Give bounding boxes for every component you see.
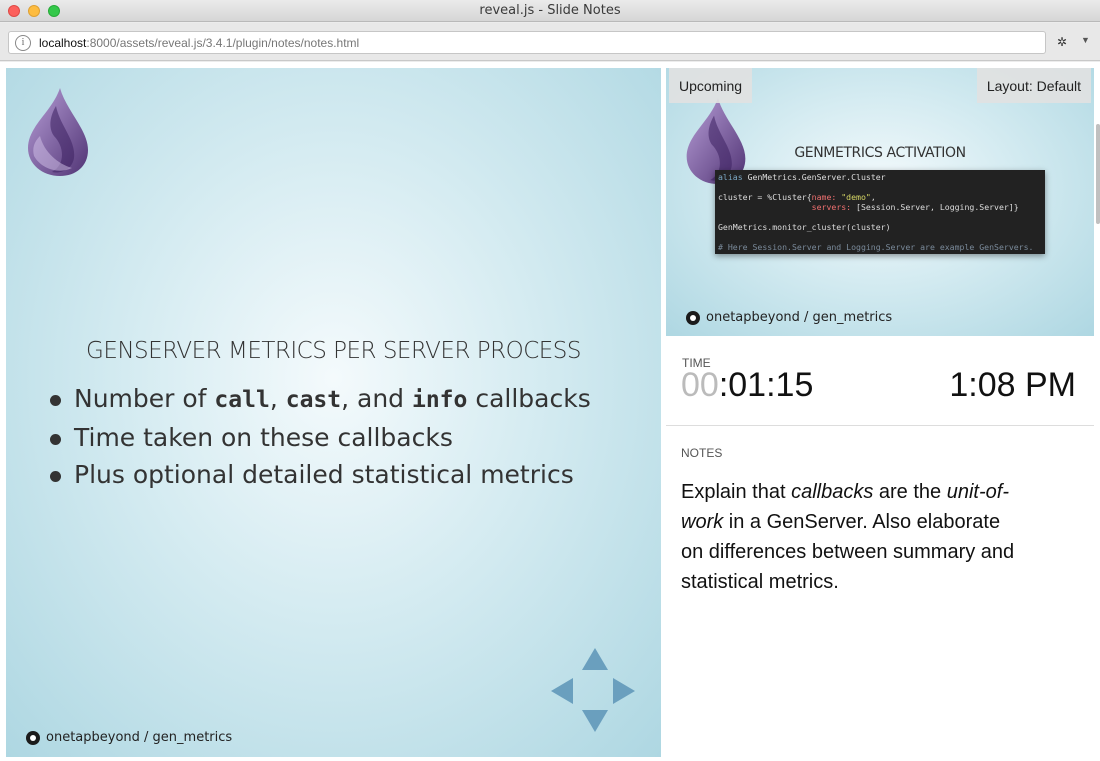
elixir-drop-logo: [28, 88, 88, 176]
nav-left-arrow-icon[interactable]: [551, 678, 573, 704]
upcoming-slide-title: GENMETRICS ACTIVATION: [794, 145, 966, 161]
layout-button[interactable]: Layout: Default: [976, 68, 1091, 103]
url-text[interactable]: localhost:8000/assets/reveal.js/3.4.1/pl…: [39, 36, 359, 50]
address-bar[interactable]: i localhost:8000/assets/reveal.js/3.4.1/…: [8, 31, 1046, 54]
slide-bullets: Number of call, cast, and info callbacks…: [50, 380, 591, 493]
timer-panel: TIME 00:01:15 1:08 PM: [666, 338, 1094, 426]
window-title: reveal.js - Slide Notes: [479, 3, 621, 18]
upcoming-slide[interactable]: Upcoming Layout: Default GENMETRICS ACTI…: [666, 68, 1094, 336]
maximize-window-button[interactable]: [48, 5, 60, 17]
notes-label: NOTES: [681, 446, 723, 460]
elapsed-timer[interactable]: 00:01:15: [681, 366, 813, 405]
info-icon[interactable]: i: [15, 34, 31, 51]
speaker-notes: Explain that callbacks are the unit-of-w…: [681, 481, 1015, 593]
bullet-item: Time taken on these callbacks: [50, 419, 591, 456]
nav-right-arrow-icon[interactable]: [613, 678, 635, 704]
slide-title: GENSERVER METRICS PER SERVER PROCESS: [86, 338, 582, 364]
title-bar: reveal.js - Slide Notes: [0, 0, 1100, 22]
browser-toolbar: i localhost:8000/assets/reveal.js/3.4.1/…: [0, 23, 1100, 61]
upcoming-label: Upcoming: [669, 68, 753, 103]
bullet-item: Plus optional detailed statistical metri…: [50, 456, 591, 493]
github-icon: [686, 310, 700, 325]
bullet-item: Number of call, cast, and info callbacks: [50, 380, 591, 419]
close-window-button[interactable]: [8, 5, 20, 17]
github-icon: [26, 730, 40, 745]
extension-icon[interactable]: ✲: [1057, 35, 1067, 49]
upcoming-footer[interactable]: onetapbeyond / gen_metrics: [686, 310, 892, 325]
notes-viewport: GENSERVER METRICS PER SERVER PROCESS Num…: [0, 62, 1100, 761]
minimize-window-button[interactable]: [28, 5, 40, 17]
notes-panel: NOTES Explain that callbacks are the uni…: [666, 428, 1094, 757]
clock: 1:08 PM: [949, 366, 1076, 404]
nav-up-arrow-icon[interactable]: [582, 648, 608, 670]
navigation-controls: [551, 648, 637, 734]
slide-footer[interactable]: onetapbeyond / gen_metrics: [26, 730, 232, 745]
current-slide[interactable]: GENSERVER METRICS PER SERVER PROCESS Num…: [6, 68, 661, 757]
window-controls: [8, 5, 60, 17]
code-block: alias GenMetrics.GenServer.Cluster clust…: [715, 170, 1045, 254]
chevron-down-icon[interactable]: ▼: [1081, 35, 1090, 45]
nav-down-arrow-icon[interactable]: [582, 710, 608, 732]
scrollbar[interactable]: [1096, 124, 1100, 224]
